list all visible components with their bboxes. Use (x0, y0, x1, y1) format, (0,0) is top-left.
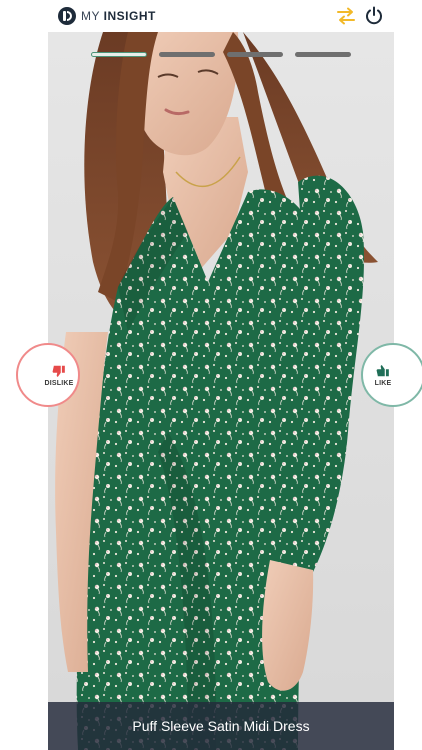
swap-arrows-icon[interactable] (335, 5, 357, 27)
thumbs-up-icon (376, 364, 389, 376)
logo-mark-icon (58, 7, 76, 25)
brand-text: MY INSIGHT (81, 9, 156, 23)
progress-segment-3 (227, 52, 283, 57)
top-bar: MY INSIGHT (0, 0, 422, 32)
progress-segment-1 (91, 52, 147, 57)
product-photo-card[interactable]: Puff Sleeve Satin Midi Dress (48, 32, 394, 750)
brand-logo: MY INSIGHT (58, 7, 156, 25)
story-progress-bar (91, 52, 351, 57)
power-icon[interactable] (363, 5, 385, 27)
like-button[interactable]: LIKE (361, 343, 422, 407)
thumbs-down-icon (52, 365, 65, 377)
dislike-button[interactable]: DISLIKE (16, 343, 80, 407)
product-photo (55, 32, 378, 750)
progress-segment-2 (159, 52, 215, 57)
product-caption-bar: Puff Sleeve Satin Midi Dress (48, 702, 394, 750)
product-title: Puff Sleeve Satin Midi Dress (132, 718, 310, 734)
progress-segment-4 (295, 52, 351, 57)
brand-prefix: MY (81, 9, 100, 23)
brand-name: INSIGHT (103, 9, 156, 23)
like-label: LIKE (374, 379, 392, 387)
app-screen: MY INSIGHT Puff Sleeve Satin Midi Dress … (0, 0, 422, 750)
dislike-label: DISLIKE (44, 379, 74, 387)
